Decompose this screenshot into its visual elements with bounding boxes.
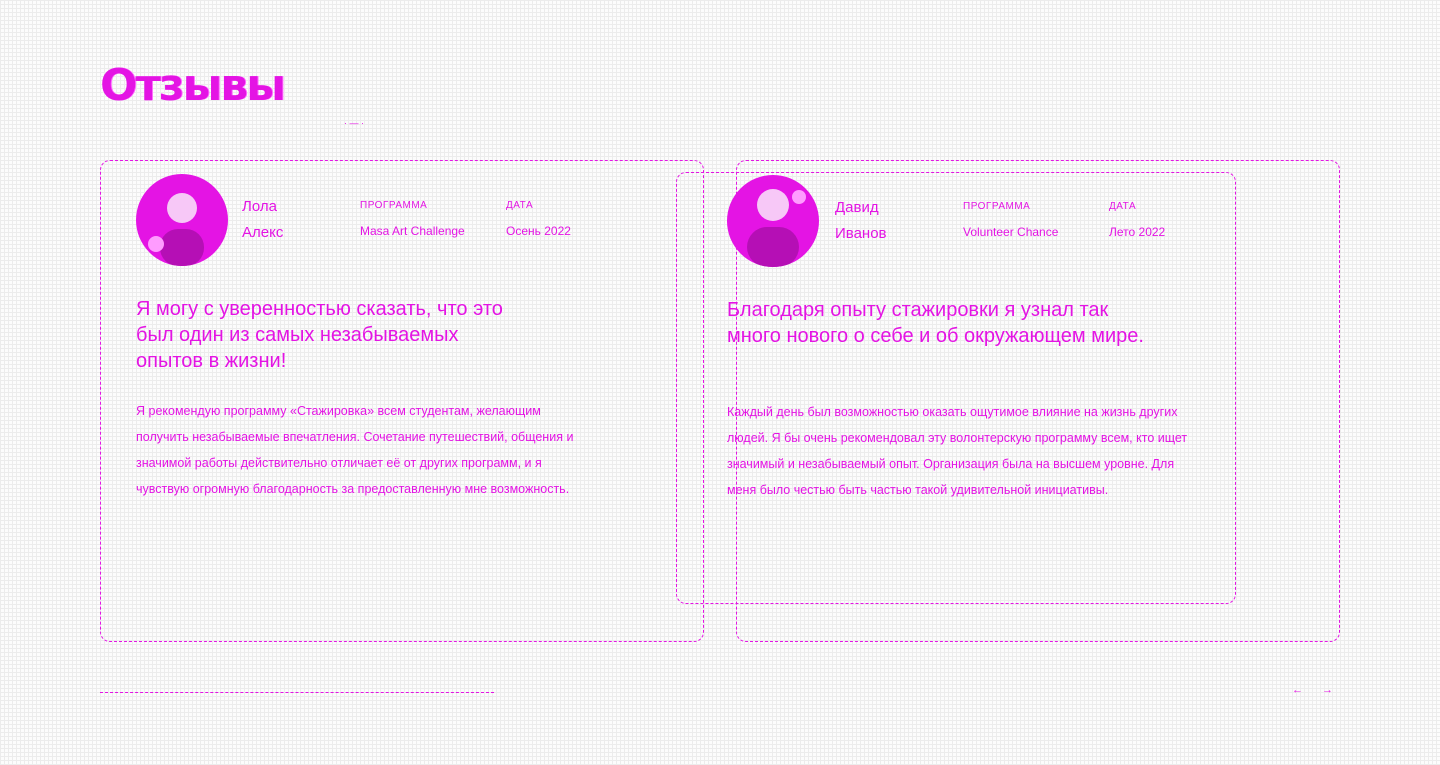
reviewer-first-name: Лола <box>242 198 277 215</box>
review-card-1: Лола Алекс ПРОГРАММА Masa Art Challenge … <box>100 172 645 604</box>
program-label: ПРОГРАММА <box>963 201 1031 212</box>
section-title: Отзывы <box>100 60 286 111</box>
reviewer-first-name: Давид <box>835 199 879 216</box>
avatar <box>727 175 819 267</box>
date-value: Осень 2022 <box>506 224 571 238</box>
review-quote: Я могу с уверенностью сказать, что это б… <box>136 298 503 372</box>
section-marker: · — · <box>344 118 364 128</box>
date-value: Лето 2022 <box>1109 225 1166 239</box>
review-text: Каждый день был возможностью оказать ощу… <box>727 405 1188 497</box>
reviewer-last-name: Иванов <box>835 225 887 242</box>
review-card-2: Давид Иванов ПРОГРАММА Volunteer Chance … <box>676 172 1236 604</box>
prev-button[interactable]: ← <box>1292 684 1303 696</box>
program-label: ПРОГРАММА <box>360 200 428 211</box>
slider-progress-bar <box>100 692 494 693</box>
review-quote: Благодаря опыту стажировки я узнал так м… <box>727 299 1144 347</box>
date-label: ДАТА <box>506 200 534 211</box>
program-value: Masa Art Challenge <box>360 224 465 238</box>
next-button[interactable]: → <box>1322 684 1333 696</box>
review-text: Я рекомендую программу «Стажировка» всем… <box>136 404 574 496</box>
date-label: ДАТА <box>1109 201 1137 212</box>
reviewer-last-name: Алекс <box>242 224 284 241</box>
avatar <box>136 174 228 266</box>
program-value: Volunteer Chance <box>963 225 1059 239</box>
